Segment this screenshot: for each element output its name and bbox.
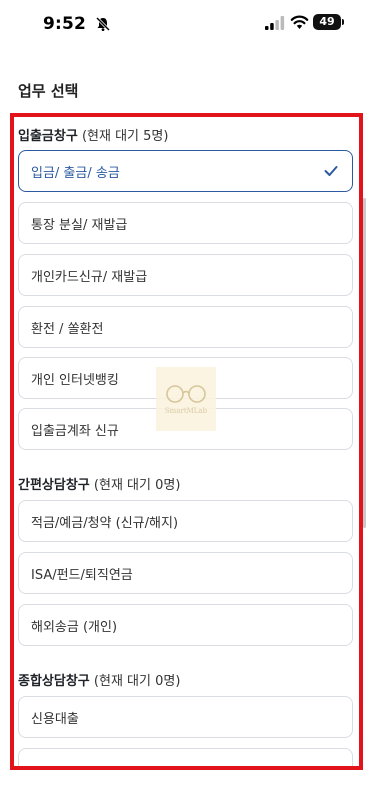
option-currency-exchange[interactable]: 환전 / 쏠환전 (18, 306, 353, 348)
option-passbook-reissue[interactable]: 통장 분실/ 재발급 (18, 202, 353, 244)
scrollbar[interactable] (363, 198, 366, 528)
section-header-deposit: 입출금창구 (현재 대기 5명) (18, 129, 169, 144)
bell-muted-icon (95, 16, 111, 32)
glasses-icon (166, 385, 206, 403)
battery-tip (342, 19, 344, 25)
section-header-simple-consult: 간편상담창구 (현재 대기 0명) (18, 478, 181, 493)
option-partially-visible[interactable] (18, 748, 353, 770)
battery-indicator: 49 (313, 14, 341, 30)
option-deposit-withdraw-transfer[interactable]: 입금/ 출금/ 송금 (18, 150, 353, 192)
checkmark-icon (324, 166, 338, 176)
wifi-icon (290, 15, 309, 29)
option-overseas-remittance[interactable]: 해외송금 (개인) (18, 604, 353, 646)
watermark-logo: SmartMLab (156, 367, 216, 431)
cellular-signal-icon (265, 16, 285, 30)
option-isa-fund-pension[interactable]: ISA/펀드/퇴직연금 (18, 552, 353, 594)
status-time: 9:52 (43, 14, 87, 34)
page-title: 업무 선택 (18, 82, 79, 100)
option-savings-deposit[interactable]: 적금/예금/청약 (신규/해지) (18, 500, 353, 542)
status-bar: 9:52 49 (0, 0, 371, 48)
option-credit-loan[interactable]: 신용대출 (18, 696, 353, 738)
service-list[interactable]: 입출금창구 (현재 대기 5명) 입금/ 출금/ 송금 통장 분실/ 재발급 개… (10, 113, 363, 770)
option-card-issue[interactable]: 개인카드신규/ 재발급 (18, 254, 353, 296)
section-header-general-consult: 종합상담창구 (현재 대기 0명) (18, 674, 181, 689)
